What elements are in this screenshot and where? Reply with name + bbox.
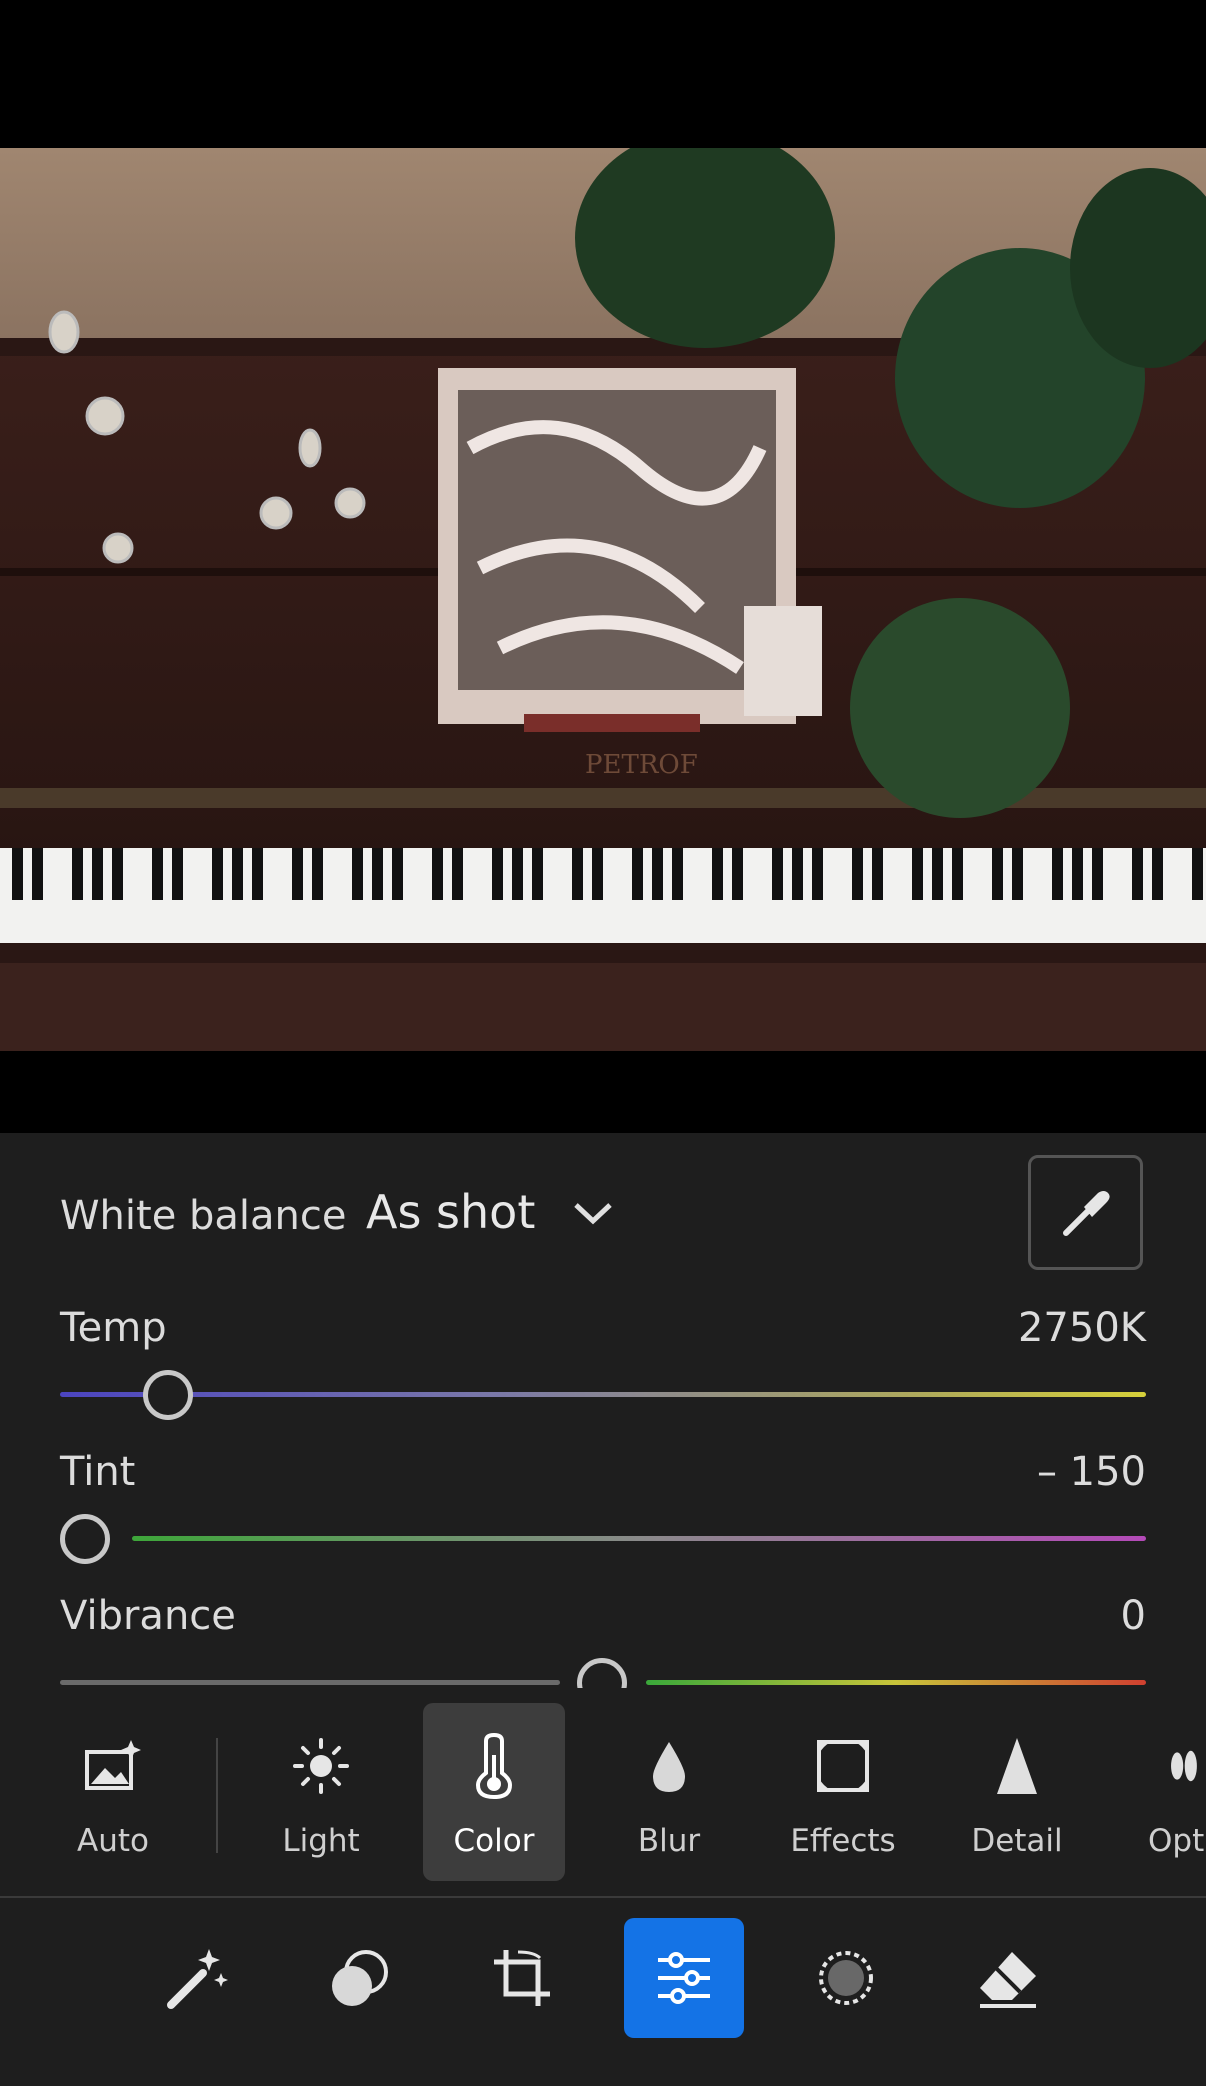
piano-black-key bbox=[792, 848, 803, 900]
piano-black-key bbox=[1012, 848, 1023, 900]
piano-black-key bbox=[432, 848, 443, 900]
piano-black-key bbox=[1192, 848, 1203, 900]
magic-wand-icon bbox=[167, 1949, 228, 2009]
piano-black-key bbox=[492, 848, 503, 900]
effects-icon bbox=[817, 1740, 869, 1792]
temp-slider-thumb[interactable] bbox=[143, 1370, 193, 1420]
tool-light[interactable]: Light bbox=[250, 1703, 392, 1881]
eraser-button[interactable] bbox=[948, 1918, 1068, 2038]
tool-auto[interactable]: Auto bbox=[42, 1703, 184, 1881]
vibrance-value: 0 bbox=[1120, 1593, 1146, 1639]
tool-divider bbox=[216, 1738, 218, 1853]
piano-black-key bbox=[1152, 848, 1163, 900]
piano-black-key bbox=[12, 848, 23, 900]
tool-label: Color bbox=[453, 1823, 535, 1859]
vibrance-slider-track-left[interactable] bbox=[60, 1680, 560, 1685]
droplet-icon bbox=[653, 1742, 685, 1792]
piano-black-key bbox=[772, 848, 783, 900]
tint-value: – 150 bbox=[1036, 1449, 1146, 1495]
piano-black-key bbox=[912, 848, 923, 900]
adjust-sliders-button[interactable] bbox=[624, 1918, 744, 2038]
temp-value: 2750K bbox=[1017, 1305, 1146, 1351]
piano-black-key bbox=[112, 848, 123, 900]
crop-icon bbox=[494, 1950, 550, 2006]
piano-black-key bbox=[392, 848, 403, 900]
piano-black-key bbox=[32, 848, 43, 900]
tool-label: Opti bbox=[1148, 1823, 1206, 1859]
piano-black-key bbox=[72, 848, 83, 900]
tint-label: Tint bbox=[60, 1449, 136, 1495]
piano-black-key bbox=[592, 848, 603, 900]
triangle-icon bbox=[997, 1738, 1037, 1794]
piano-black-key bbox=[352, 848, 363, 900]
tool-color[interactable]: Color bbox=[423, 1703, 565, 1881]
tint-slider-thumb[interactable] bbox=[60, 1514, 110, 1564]
piano-black-key bbox=[512, 848, 523, 900]
piano-black-key bbox=[652, 848, 663, 900]
piano-black-key bbox=[252, 848, 263, 900]
piano-black-key bbox=[212, 848, 223, 900]
piano-black-key bbox=[92, 848, 103, 900]
heal-button[interactable] bbox=[300, 1918, 420, 2038]
toolbar-divider bbox=[0, 1896, 1206, 1898]
white-balance-label: White balance bbox=[60, 1193, 347, 1239]
eraser-icon bbox=[980, 1952, 1036, 2008]
masking-button[interactable] bbox=[786, 1918, 906, 2038]
sun-icon bbox=[293, 1738, 349, 1794]
masking-icon bbox=[819, 1951, 873, 2005]
tool-optics[interactable]: Opti bbox=[1132, 1703, 1206, 1881]
tool-detail[interactable]: Detail bbox=[946, 1703, 1088, 1881]
photo-canvas[interactable]: PETROF bbox=[0, 148, 1206, 1051]
piano-black-key bbox=[672, 848, 683, 900]
piano-black-key bbox=[992, 848, 1003, 900]
tool-label: Auto bbox=[77, 1823, 149, 1859]
piano-black-key bbox=[732, 848, 743, 900]
temp-label: Temp bbox=[60, 1305, 167, 1351]
piano-black-key bbox=[452, 848, 463, 900]
tool-label: Detail bbox=[971, 1823, 1063, 1859]
piano-black-key bbox=[952, 848, 963, 900]
eyedropper-icon bbox=[1062, 1190, 1110, 1236]
white-balance-preset[interactable]: As shot bbox=[366, 1185, 535, 1239]
vibrance-label: Vibrance bbox=[60, 1593, 236, 1639]
edit-panel: White balance As shot Temp 2750K Tint – … bbox=[0, 1133, 1206, 2086]
piano-black-key bbox=[572, 848, 583, 900]
piano-black-key bbox=[1132, 848, 1143, 900]
piano-black-key bbox=[532, 848, 543, 900]
piano-black-key bbox=[872, 848, 883, 900]
thermometer-icon bbox=[475, 1733, 513, 1799]
piano-black-key bbox=[1092, 848, 1103, 900]
piano-black-key bbox=[1072, 848, 1083, 900]
chevron-down-icon[interactable] bbox=[570, 1195, 616, 1235]
magic-wand-button[interactable] bbox=[136, 1918, 256, 2038]
piano-brand-text: PETROF bbox=[585, 750, 698, 780]
tool-label: Light bbox=[282, 1823, 360, 1859]
piano-black-key bbox=[152, 848, 163, 900]
piano-black-key bbox=[812, 848, 823, 900]
tool-effects[interactable]: Effects bbox=[772, 1703, 914, 1881]
tool-label: Blur bbox=[637, 1823, 701, 1859]
piano-black-key bbox=[632, 848, 643, 900]
piano-black-key bbox=[1052, 848, 1063, 900]
heal-icon bbox=[332, 1950, 388, 2006]
temp-slider-track[interactable] bbox=[60, 1392, 1146, 1397]
crop-button[interactable] bbox=[462, 1918, 582, 2038]
auto-image-icon bbox=[85, 1740, 141, 1790]
adjust-sliders-icon bbox=[658, 1952, 710, 2004]
tool-label: Effects bbox=[790, 1823, 896, 1859]
tool-blur[interactable]: Blur bbox=[598, 1703, 740, 1881]
piano-black-key bbox=[932, 848, 943, 900]
piano-black-key bbox=[232, 848, 243, 900]
piano-black-key bbox=[292, 848, 303, 900]
photo-image: PETROF bbox=[0, 148, 1206, 1051]
tint-slider-track[interactable] bbox=[132, 1536, 1146, 1541]
vibrance-slider-track-right[interactable] bbox=[646, 1680, 1146, 1685]
optics-icon bbox=[1171, 1750, 1197, 1782]
eyedropper-button[interactable] bbox=[1028, 1155, 1143, 1270]
piano-black-key bbox=[172, 848, 183, 900]
piano-black-key bbox=[312, 848, 323, 900]
piano-black-key bbox=[852, 848, 863, 900]
piano-black-key bbox=[372, 848, 383, 900]
piano-black-key bbox=[712, 848, 723, 900]
